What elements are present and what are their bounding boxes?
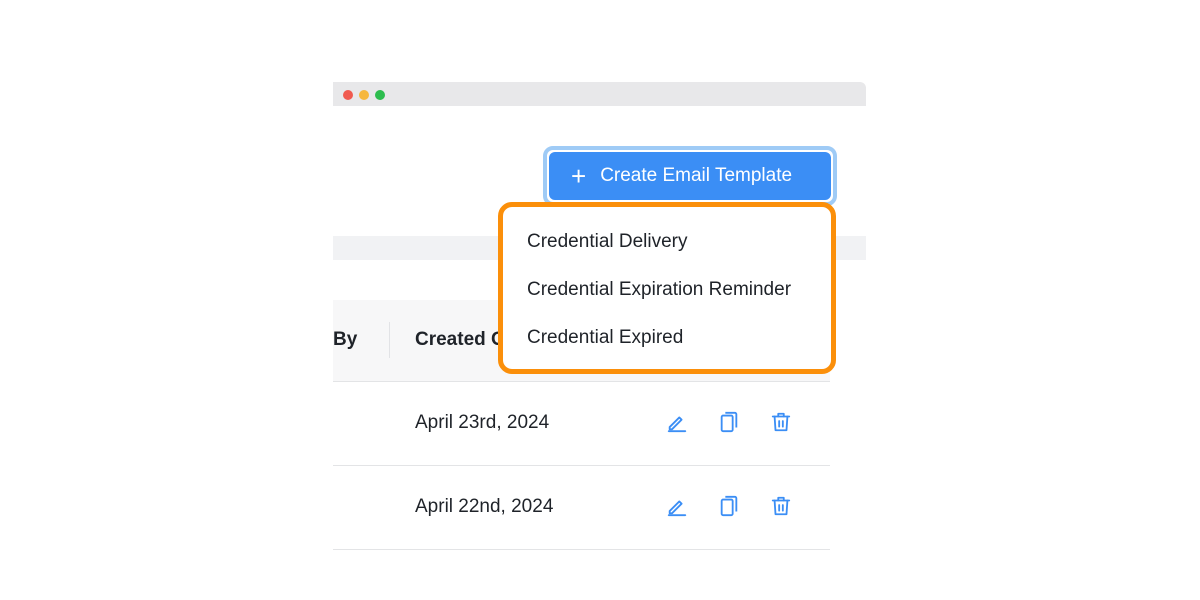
- column-divider: [389, 322, 390, 358]
- column-header-created-by[interactable]: By: [333, 329, 357, 351]
- trash-icon[interactable]: [769, 410, 793, 434]
- create-email-template-label: Create Email Template: [600, 165, 793, 186]
- menu-item-credential-expired[interactable]: Credential Expired: [527, 327, 683, 349]
- edit-icon[interactable]: [665, 494, 689, 518]
- create-email-template-button-body[interactable]: + Create Email Template: [549, 152, 831, 200]
- trash-icon[interactable]: [769, 494, 793, 518]
- plus-icon: +: [571, 161, 587, 191]
- close-window-button[interactable]: [343, 90, 353, 100]
- copy-icon[interactable]: [717, 494, 741, 518]
- table-row: April 22nd, 2024: [333, 466, 830, 550]
- window-titlebar: [333, 82, 866, 106]
- created-on-cell: April 23rd, 2024: [415, 412, 550, 433]
- edit-icon[interactable]: [665, 410, 689, 434]
- created-on-cell: April 22nd, 2024: [415, 496, 554, 517]
- create-email-template-button[interactable]: + Create Email Template: [543, 146, 837, 206]
- maximize-window-button[interactable]: [375, 90, 385, 100]
- menu-item-credential-expiration-reminder[interactable]: Credential Expiration Reminder: [527, 279, 791, 301]
- copy-icon[interactable]: [717, 410, 741, 434]
- menu-item-credential-delivery[interactable]: Credential Delivery: [527, 231, 688, 253]
- template-type-dropdown: Credential Delivery Credential Expiratio…: [498, 202, 836, 374]
- column-header-created-on[interactable]: Created O: [415, 329, 506, 351]
- table-row: April 23rd, 2024: [333, 382, 830, 466]
- minimize-window-button[interactable]: [359, 90, 369, 100]
